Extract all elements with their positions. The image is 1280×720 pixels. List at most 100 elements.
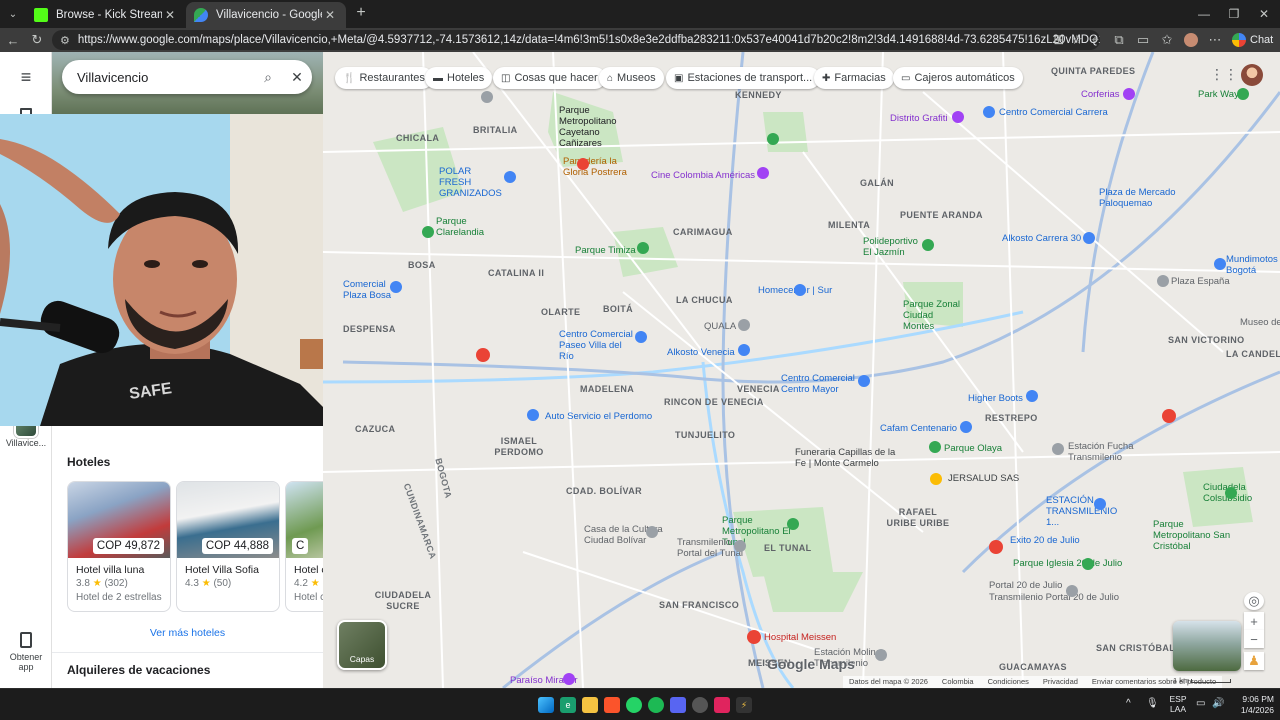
google-apps-icon[interactable]: ⋮⋮⋮ (1210, 66, 1252, 84)
poi-label[interactable]: Parque Clarelandia (436, 216, 496, 238)
more-menu-icon[interactable]: ⋯ (1206, 31, 1224, 49)
chip-pharmacies[interactable]: ✚ Farmacias (814, 67, 894, 89)
poi-label[interactable]: Distrito Grafiti (890, 113, 948, 124)
poi-label[interactable]: JERSALUD SAS (948, 473, 1019, 484)
recent-place-label[interactable]: Villavice... (2, 438, 50, 448)
street-map[interactable] (323, 52, 1280, 688)
app-icon[interactable] (714, 697, 730, 713)
whatsapp-icon[interactable] (626, 697, 642, 713)
search-icon[interactable]: ⌕ (254, 69, 282, 86)
tab-google-maps[interactable]: Villavicencio - Google Maps ✕ (186, 2, 346, 28)
poi-label[interactable]: Panadería la Gloria Postrera (563, 156, 629, 178)
spotify-icon[interactable] (648, 697, 664, 713)
poi-label[interactable]: Park Way (1198, 89, 1239, 100)
street-view-thumbnail[interactable] (1173, 621, 1241, 671)
poi-label[interactable]: Parque Metropolitano Cayetano Cañizares (559, 105, 639, 149)
chip-restaurants[interactable]: 🍴 Restaurantes (335, 67, 433, 89)
poi-label[interactable]: Plaza de Mercado Paloquemao (1099, 187, 1179, 209)
poi-label[interactable]: Corferias (1081, 89, 1120, 100)
poi-label[interactable]: Parque Timiza (575, 245, 636, 256)
poi-label[interactable]: Cine Colombia Américas (651, 170, 755, 181)
search-box[interactable]: Villavicencio ⌕ ✕ (62, 60, 312, 94)
brave-icon[interactable] (604, 697, 620, 713)
hamburger-menu-icon[interactable]: ≡ (16, 67, 36, 87)
poi-label[interactable]: Portal 20 de Julio (989, 580, 1062, 591)
tab-search-icon[interactable]: ⌄ (4, 5, 22, 23)
poi-label[interactable]: Parque Olaya (944, 443, 1002, 454)
my-location-icon[interactable]: ◎ (1244, 592, 1264, 610)
layers-button[interactable]: Capas (337, 620, 387, 670)
start-icon[interactable] (538, 697, 554, 713)
network-icon[interactable]: ▭ (1196, 698, 1205, 709)
address-bar[interactable]: ⚙ https://www.google.com/maps/place/Vill… (52, 30, 1100, 50)
obs-icon[interactable] (692, 697, 708, 713)
poi-label[interactable]: Auto Servicio el Perdomo (545, 411, 652, 422)
more-hotels-link[interactable]: Ver más hoteles (52, 627, 323, 639)
poi-label[interactable]: Centro Comercial Carrera (999, 107, 1108, 118)
poi-label[interactable]: Comercial Plaza Bosa (343, 279, 393, 301)
reload-icon[interactable]: ↻ (28, 31, 46, 49)
close-tab-icon[interactable]: ✕ (162, 7, 178, 23)
chip-transit[interactable]: ▣ Estaciones de transport... (666, 67, 821, 89)
zoom-in-button[interactable]: + (1244, 612, 1264, 630)
poi-label[interactable]: Plaza España (1171, 276, 1230, 287)
poi-label[interactable]: Centro Comercial Centro Mayor (781, 373, 861, 395)
poi-label[interactable]: Casa de la Cultura Ciudad Bolívar (584, 524, 664, 546)
chip-museums[interactable]: ⌂ Museos (599, 67, 664, 89)
privacy-link[interactable]: Privacidad (1043, 677, 1078, 687)
pegman-icon[interactable]: ♟ (1244, 652, 1264, 670)
new-tab-button[interactable]: + (352, 4, 370, 22)
account-avatar[interactable] (1241, 64, 1263, 86)
terms-link[interactable]: Condiciones (988, 677, 1029, 687)
poi-label[interactable]: Parque Zonal Ciudad Montes (903, 299, 965, 332)
profile-avatar[interactable] (1182, 31, 1200, 49)
poi-label[interactable]: Parque Metropolitano San Cristóbal (1153, 519, 1233, 552)
poi-label[interactable]: Higher Boots (968, 393, 1023, 404)
chip-atms[interactable]: ▭ Cajeros automáticos (893, 67, 1023, 89)
app-icon[interactable]: ⚡ (736, 697, 752, 713)
hotel-card[interactable]: COP 49,872 Hotel villa luna 3.8 ★ (302) … (67, 481, 171, 612)
poi-label[interactable]: Homecenter | Sur (758, 285, 832, 296)
hotel-card[interactable]: C Hotel c 4.2 ★ Hotel c (285, 481, 323, 612)
poi-label[interactable]: Mundimotos Bogotá (1226, 254, 1280, 276)
clock[interactable]: 9:06 PM 1/4/2026 (1230, 694, 1274, 716)
extensions-icon[interactable]: ⧉ (1110, 31, 1128, 49)
poi-label[interactable]: Centro Comercial Paseo Villa del Río (559, 329, 639, 362)
zoom-out-button[interactable]: − (1244, 630, 1264, 648)
close-window-icon[interactable]: ✕ (1252, 4, 1276, 24)
search-input[interactable]: Villavicencio (77, 70, 254, 85)
poi-label[interactable]: Alkosto Carrera 30 (1002, 233, 1081, 244)
poi-label[interactable]: ESTACIÓN TRANSMILENIO 1... (1046, 495, 1126, 528)
back-icon[interactable]: ← (4, 31, 22, 49)
poi-label[interactable]: Cafam Centenario (880, 423, 957, 434)
bookmark-star-icon[interactable]: ☆ (1068, 31, 1086, 49)
poi-label[interactable]: Alkosto Venecia (667, 347, 735, 358)
tray-chevron-icon[interactable]: ^ (1126, 698, 1131, 709)
close-tab-icon[interactable]: ✕ (322, 7, 338, 23)
split-view-icon[interactable]: ▭ (1134, 31, 1152, 49)
poi-label[interactable]: Polideportivo El Jazmín (863, 236, 923, 258)
site-info-icon[interactable]: ⚙ (60, 34, 70, 47)
microphone-icon[interactable]: 🎙 (1146, 698, 1159, 709)
hotel-card[interactable]: COP 44,888 Hotel Villa Sofia 4.3 ★ (50) (176, 481, 280, 612)
poi-label[interactable]: QUALA (704, 321, 736, 332)
poi-label[interactable]: Hospital Meissen (764, 632, 836, 643)
file-explorer-icon[interactable] (582, 697, 598, 713)
tab-kick[interactable]: Browse - Kick Streaming ✕ (26, 2, 186, 28)
edge-icon[interactable]: e (560, 697, 576, 713)
discord-icon[interactable] (670, 697, 686, 713)
poi-label[interactable]: Transmilenio Portal 20 de Julio (989, 592, 1119, 603)
poi-label[interactable]: Parque Iglesia 20 de Julio (1013, 558, 1122, 569)
poi-label[interactable]: Transmilenio Portal del Tunal (677, 537, 743, 559)
poi-label[interactable]: Ciudadela Colsubsidio (1203, 482, 1265, 504)
chip-hotels[interactable]: ▬ Hoteles (425, 67, 493, 89)
favorites-icon[interactable]: ✩ (1158, 31, 1176, 49)
volume-icon[interactable]: 🔊 (1212, 698, 1224, 709)
map-canvas[interactable]: 🍴 Restaurantes ▬ Hoteles ◫ Cosas que hacer … (323, 52, 1280, 688)
clear-search-icon[interactable]: ✕ (282, 69, 312, 86)
phone-icon[interactable] (20, 632, 32, 648)
poi-label[interactable]: Estación Fucha Transmilenio (1068, 441, 1138, 463)
poi-label[interactable]: Exito 20 de Julio (1010, 535, 1080, 546)
country-link[interactable]: Colombia (942, 677, 974, 687)
poi-label[interactable]: Museo de (1240, 317, 1280, 328)
